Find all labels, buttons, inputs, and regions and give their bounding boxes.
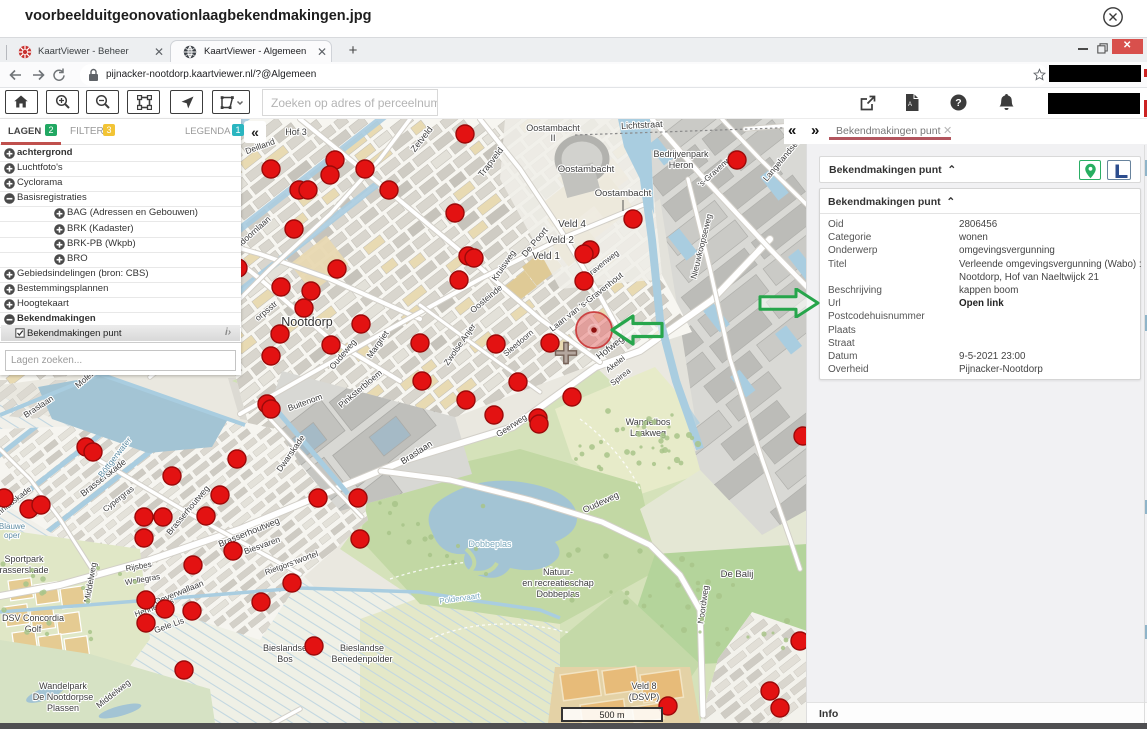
svg-text:Heron: Heron xyxy=(669,160,694,170)
svg-text:Wandelpark: Wandelpark xyxy=(39,681,87,691)
svg-text:Plassen: Plassen xyxy=(47,703,79,713)
svg-text:A: A xyxy=(908,102,912,108)
svg-text:(DSVP): (DSVP) xyxy=(629,692,660,702)
svg-text:?: ? xyxy=(955,97,961,109)
svg-text:Veld 2: Veld 2 xyxy=(546,235,574,246)
svg-text:De Nootdorpse: De Nootdorpse xyxy=(33,692,94,702)
svg-text:Bedrijvenpark: Bedrijvenpark xyxy=(653,149,709,159)
svg-text:oper: oper xyxy=(4,531,20,540)
svg-text:Oostambacht: Oostambacht xyxy=(526,123,580,133)
svg-text:500 m: 500 m xyxy=(599,710,624,720)
svg-text:II: II xyxy=(550,133,555,143)
svg-text:De Balij: De Balij xyxy=(721,569,754,580)
svg-text:Benedenpolder: Benedenpolder xyxy=(331,654,392,664)
svg-text:Hof 3: Hof 3 xyxy=(285,127,307,137)
svg-text:Veld 1: Veld 1 xyxy=(532,251,560,262)
svg-text:rasserskade: rasserskade xyxy=(0,565,49,575)
svg-text:Sportpark: Sportpark xyxy=(4,554,44,564)
svg-text:DSV Concordia: DSV Concordia xyxy=(2,613,64,623)
svg-text:en recreatieschap: en recreatieschap xyxy=(522,578,594,588)
svg-text:Oostambacht: Oostambacht xyxy=(595,188,652,199)
svg-text:Natuur-: Natuur- xyxy=(543,567,573,577)
svg-text:Bieslandse: Bieslandse xyxy=(340,643,384,653)
svg-text:Bos: Bos xyxy=(277,654,293,664)
svg-text:Oostambacht: Oostambacht xyxy=(558,164,615,175)
svg-text:Bieslandse: Bieslandse xyxy=(263,643,307,653)
svg-text:Blauwe: Blauwe xyxy=(0,522,26,531)
svg-text:Veld 8: Veld 8 xyxy=(631,681,656,691)
svg-text:Veld 4: Veld 4 xyxy=(558,219,586,230)
